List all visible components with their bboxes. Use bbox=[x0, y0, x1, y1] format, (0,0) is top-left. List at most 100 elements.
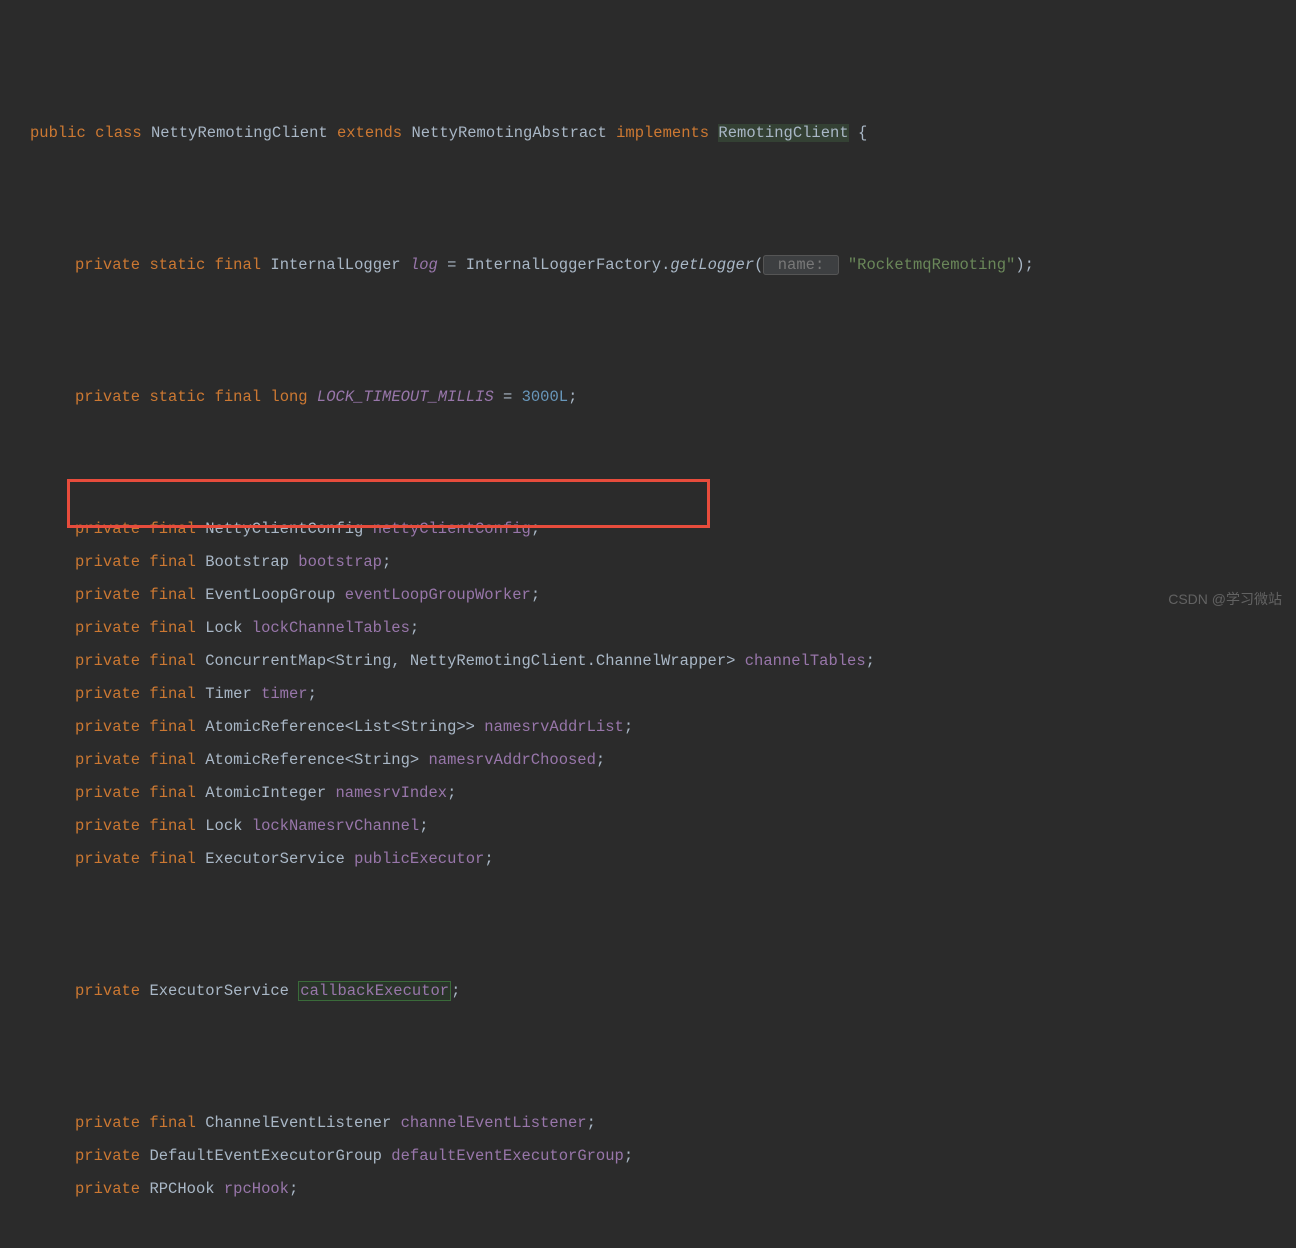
field-type: Lock bbox=[205, 619, 242, 637]
semicolon: ; bbox=[419, 817, 428, 835]
semicolon: ; bbox=[410, 619, 419, 637]
keyword-long: long bbox=[270, 388, 307, 406]
field-modifiers: private final bbox=[75, 784, 196, 802]
equals: = bbox=[438, 256, 466, 274]
field-modifiers: private final bbox=[75, 652, 196, 670]
field-modifiers: private final bbox=[75, 586, 196, 604]
field-name: eventLoopGroupWorker bbox=[345, 586, 531, 604]
keyword-class: class bbox=[95, 124, 142, 142]
semicolon: ; bbox=[587, 1114, 596, 1132]
field-type: NettyClientConfig bbox=[205, 520, 363, 538]
field-log: log bbox=[410, 256, 438, 274]
field-type: AtomicInteger bbox=[205, 784, 326, 802]
field-name: lockChannelTables bbox=[252, 619, 410, 637]
field-type: RPCHook bbox=[149, 1180, 214, 1198]
semicolon: ; bbox=[531, 586, 540, 604]
field-type: ConcurrentMap<String, NettyRemotingClien… bbox=[205, 652, 735, 670]
keyword-implements: implements bbox=[616, 124, 709, 142]
field-modifiers: private final bbox=[75, 850, 196, 868]
semicolon: ; bbox=[308, 685, 317, 703]
field-name: namesrvAddrChoosed bbox=[428, 751, 595, 769]
field-type: Timer bbox=[205, 685, 252, 703]
semicolon: ; bbox=[289, 1180, 298, 1198]
factory-class: InternalLoggerFactory bbox=[466, 256, 661, 274]
field-name: timer bbox=[261, 685, 308, 703]
field-line: private DefaultEventExecutorGroup defaul… bbox=[30, 1140, 1296, 1173]
field-locktimeout: LOCK_TIMEOUT_MILLIS bbox=[317, 388, 494, 406]
field-name: nettyClientConfig bbox=[373, 520, 531, 538]
field-type: ExecutorService bbox=[205, 850, 345, 868]
field-type: DefaultEventExecutorGroup bbox=[149, 1147, 382, 1165]
field-type: AtomicReference<String> bbox=[205, 751, 419, 769]
field-modifiers: private final bbox=[75, 685, 196, 703]
equals: = bbox=[494, 388, 522, 406]
keyword-final: final bbox=[215, 388, 262, 406]
keyword-static: static bbox=[149, 256, 205, 274]
field-type: EventLoopGroup bbox=[205, 586, 335, 604]
field-type: AtomicReference<List<String>> bbox=[205, 718, 475, 736]
semicolon: ; bbox=[451, 982, 460, 1000]
field-modifiers: private final bbox=[75, 718, 196, 736]
log-field-line: private static final InternalLogger log … bbox=[30, 249, 1296, 282]
fields-block: private final NettyClientConfig nettyCli… bbox=[30, 513, 1296, 876]
string-literal: "RocketmqRemoting" bbox=[848, 256, 1015, 274]
semicolon: ; bbox=[382, 553, 391, 571]
field-line: private final Lock lockChannelTables; bbox=[30, 612, 1296, 645]
field-name: channelEventListener bbox=[401, 1114, 587, 1132]
field-line: private final AtomicInteger namesrvIndex… bbox=[30, 777, 1296, 810]
field-type: ChannelEventListener bbox=[205, 1114, 391, 1132]
field-line: private final ConcurrentMap<String, Nett… bbox=[30, 645, 1296, 678]
type-executorservice: ExecutorService bbox=[149, 982, 289, 1000]
keyword-private: private bbox=[75, 388, 140, 406]
keyword-private: private bbox=[75, 982, 140, 1000]
field-line: private RPCHook rpcHook; bbox=[30, 1173, 1296, 1206]
field-modifiers: private final bbox=[75, 817, 196, 835]
type-internallogger: InternalLogger bbox=[270, 256, 400, 274]
dot: . bbox=[661, 256, 670, 274]
field-line: private final ChannelEventListener chann… bbox=[30, 1107, 1296, 1140]
field-modifiers: private final bbox=[75, 619, 196, 637]
keyword-public: public bbox=[30, 124, 86, 142]
field-type: Bootstrap bbox=[205, 553, 289, 571]
field-modifiers: private final bbox=[75, 520, 196, 538]
paren-close: ); bbox=[1015, 256, 1034, 274]
semicolon: ; bbox=[596, 751, 605, 769]
tail-fields-block: private final ChannelEventListener chann… bbox=[30, 1107, 1296, 1206]
field-type: Lock bbox=[205, 817, 242, 835]
semicolon: ; bbox=[531, 520, 540, 538]
field-name: namesrvIndex bbox=[335, 784, 447, 802]
field-callbackexecutor: callbackExecutor bbox=[298, 981, 451, 1001]
semicolon: ; bbox=[624, 1147, 633, 1165]
field-name: namesrvAddrList bbox=[484, 718, 624, 736]
field-modifiers: private final bbox=[75, 751, 196, 769]
field-line: private final Lock lockNamesrvChannel; bbox=[30, 810, 1296, 843]
keyword-extends: extends bbox=[337, 124, 402, 142]
class-name: NettyRemotingClient bbox=[151, 124, 328, 142]
class-declaration-line: public class NettyRemotingClient extends… bbox=[30, 117, 1296, 150]
field-line: private final EventLoopGroup eventLoopGr… bbox=[30, 579, 1296, 612]
number-literal: 3000L bbox=[522, 388, 569, 406]
locktimeout-field-line: private static final long LOCK_TIMEOUT_M… bbox=[30, 381, 1296, 414]
code-editor[interactable]: public class NettyRemotingClient extends… bbox=[30, 18, 1296, 1248]
parent-class: NettyRemotingAbstract bbox=[411, 124, 606, 142]
semicolon: ; bbox=[568, 388, 577, 406]
field-line: private final AtomicReference<List<Strin… bbox=[30, 711, 1296, 744]
field-line: private final NettyClientConfig nettyCli… bbox=[30, 513, 1296, 546]
semicolon: ; bbox=[866, 652, 875, 670]
field-name: defaultEventExecutorGroup bbox=[391, 1147, 624, 1165]
field-line: private final AtomicReference<String> na… bbox=[30, 744, 1296, 777]
keyword-private: private bbox=[75, 256, 140, 274]
method-getlogger: getLogger bbox=[670, 256, 754, 274]
field-modifiers: private bbox=[75, 1147, 140, 1165]
field-name: channelTables bbox=[745, 652, 866, 670]
field-modifiers: private final bbox=[75, 1114, 196, 1132]
field-name: publicExecutor bbox=[354, 850, 484, 868]
brace: { bbox=[849, 124, 868, 142]
field-line: private final Bootstrap bootstrap; bbox=[30, 546, 1296, 579]
keyword-final: final bbox=[215, 256, 262, 274]
watermark-text: CSDN @学习微站 bbox=[1168, 583, 1282, 616]
semicolon: ; bbox=[447, 784, 456, 802]
interface-name: RemotingClient bbox=[718, 124, 848, 142]
callback-executor-line: private ExecutorService callbackExecutor… bbox=[30, 975, 1296, 1008]
field-name: rpcHook bbox=[224, 1180, 289, 1198]
